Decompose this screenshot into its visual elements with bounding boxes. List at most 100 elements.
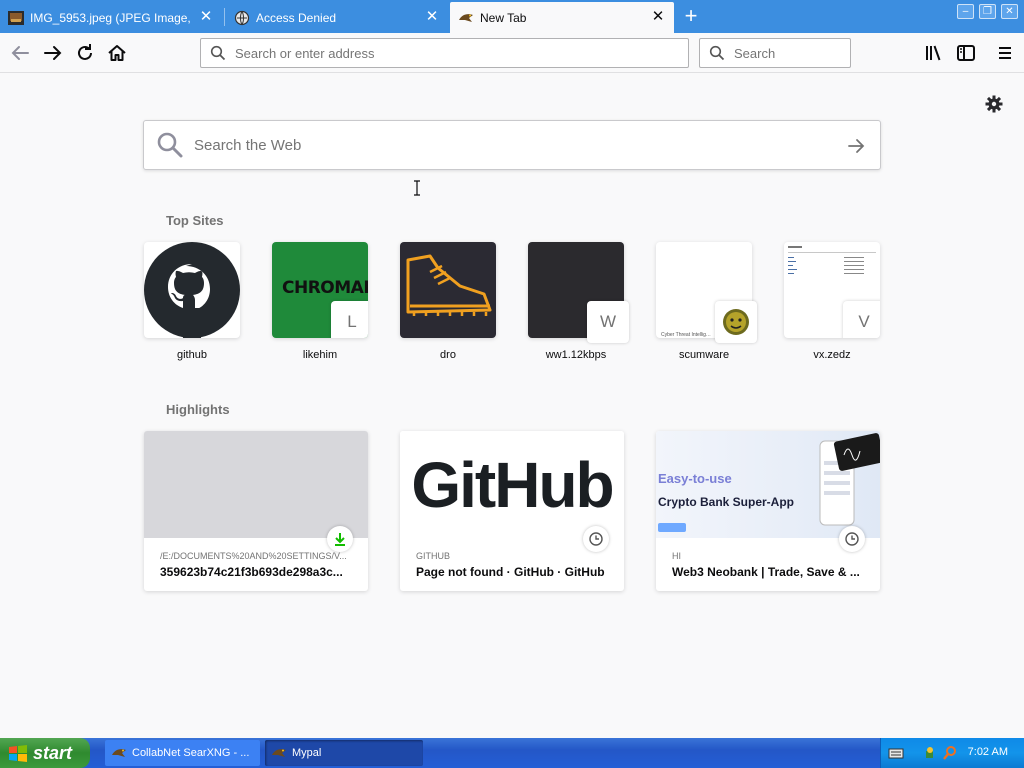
thumbnail-text: CHROMAK [282, 278, 368, 298]
mypal-bird-icon [272, 749, 286, 757]
card-title: Web3 Neobank | Trade, Save & ... [672, 565, 860, 579]
card-source: /E:/DOCUMENTS%20AND%20SETTINGS/V... [160, 551, 347, 561]
mypal-bird-icon [459, 13, 473, 22]
back-arrow-icon[interactable] [8, 41, 32, 65]
top-site-vx-zedz[interactable]: V vx.zedz [784, 242, 880, 361]
top-site-likehim[interactable]: CHROMAK L likehim [272, 242, 368, 361]
web-search-input[interactable] [192, 135, 812, 155]
banner-headline: Easy-to-use [658, 471, 732, 486]
search-icon [709, 45, 725, 61]
top-site-scumware[interactable]: Cyber Threat Intellig… scumware [656, 242, 757, 361]
tab-title: IMG_5953.jpeg (JPEG Image, 15… [30, 10, 195, 25]
taskbar-item-label: CollabNet SearXNG - ... [132, 747, 250, 759]
system-tray: 7:02 AM [880, 738, 1024, 768]
tab-title: New Tab [480, 10, 527, 25]
clock-icon [589, 532, 603, 546]
card-preview: GitHub [400, 431, 624, 538]
arrow-right-icon[interactable] [846, 136, 866, 156]
network-tray-icon[interactable] [924, 745, 940, 761]
address-bar[interactable] [200, 38, 689, 68]
tab-divider [224, 8, 225, 26]
tab-new-tab[interactable]: New Tab ✕ [450, 2, 674, 33]
image-thumbnail-icon [8, 10, 24, 25]
new-tab-button[interactable]: + [680, 5, 702, 28]
start-label: start [33, 742, 73, 763]
clock: 7:02 AM [967, 746, 1008, 758]
close-window-button[interactable]: ✕ [1001, 4, 1018, 19]
keyboard-icon[interactable] [888, 745, 904, 761]
smiley-logo-icon [723, 309, 749, 335]
search-icon [210, 45, 226, 61]
home-icon[interactable] [105, 41, 129, 65]
site-letter-tile: V [843, 301, 880, 338]
site-label: dro [440, 349, 456, 361]
search-icon [157, 132, 183, 158]
phone-card-graphic [819, 433, 880, 526]
banner-subheadline: Crypto Bank Super-App [658, 495, 795, 509]
address-input[interactable] [233, 44, 688, 62]
close-tab-icon[interactable]: ✕ [198, 9, 214, 25]
history-badge [583, 526, 609, 552]
taskbar-item-collabnet[interactable]: CollabNet SearXNG - ... [105, 740, 260, 766]
site-thumbnail: W [528, 242, 629, 343]
reload-icon[interactable] [73, 41, 97, 65]
tab-title: Access Denied [256, 10, 337, 25]
thumbnail-text: Cyber Threat Intellig… [661, 332, 711, 338]
web-search-box[interactable] [143, 120, 881, 170]
windows-logo-icon [9, 745, 27, 762]
restore-button[interactable]: ❐ [979, 4, 996, 19]
history-badge [839, 526, 865, 552]
highlight-card-download[interactable]: /E:/DOCUMENTS%20AND%20SETTINGS/V... 3596… [144, 431, 368, 591]
card-preview [144, 431, 368, 538]
menu-icon[interactable] [993, 41, 1017, 65]
minimize-button[interactable]: – [957, 4, 974, 19]
top-sites-heading: Top Sites [166, 213, 224, 228]
search-input[interactable] [732, 44, 850, 62]
library-icon[interactable] [922, 41, 946, 65]
tab-access-denied[interactable]: Access Denied ✕ [226, 2, 448, 33]
site-thumbnail: V [784, 242, 880, 338]
navigation-toolbar [0, 33, 1024, 73]
forward-arrow-icon[interactable] [41, 41, 65, 65]
highlights-heading: Highlights [166, 402, 230, 417]
download-icon [335, 533, 345, 546]
site-label: ww1.12kbps [545, 349, 607, 361]
site-letter-tile: L [331, 301, 368, 338]
search-bar[interactable] [699, 38, 851, 68]
mypal-bird-icon [112, 749, 126, 757]
close-tab-icon[interactable]: ✕ [424, 9, 440, 25]
card-source: GITHUB [416, 551, 451, 561]
top-site-dro[interactable]: dro [400, 242, 496, 361]
tab-jpeg-image[interactable]: IMG_5953.jpeg (JPEG Image, 15… ✕ [0, 2, 222, 33]
site-thumbnail: CHROMAK L [272, 242, 368, 338]
highlight-card-web3-neobank[interactable]: Easy-to-use Crypto Bank Super-App HI Web… [656, 431, 880, 591]
gear-icon[interactable] [984, 94, 1004, 114]
card-title: Page not found · GitHub · GitHub [416, 565, 605, 579]
text-cursor-icon [414, 180, 420, 196]
taskbar-item-mypal[interactable]: Mypal [265, 740, 423, 766]
site-letter-tile: W [587, 301, 629, 343]
top-site-github[interactable]: github [144, 242, 240, 361]
close-tab-icon[interactable]: ✕ [650, 9, 666, 25]
sidebar-icon[interactable] [954, 41, 978, 65]
site-favicon-tile [715, 301, 757, 343]
highlight-card-github[interactable]: GitHub GITHUB Page not found · GitHub · … [400, 431, 624, 591]
taskbar: start CollabNet SearXNG - ... Mypal 7:02… [0, 738, 1024, 768]
site-label: likehim [302, 349, 338, 361]
github-logo-icon [144, 242, 240, 338]
site-label: github [177, 349, 207, 361]
card-title: 359623b74c21f3b693de298a3c... [160, 565, 343, 579]
start-button[interactable]: start [0, 738, 90, 768]
site-thumbnail [144, 242, 240, 338]
site-thumbnail [400, 242, 496, 338]
download-badge [327, 526, 353, 552]
top-site-ww1-12kbps[interactable]: W ww1.12kbps [528, 242, 629, 361]
globe-warning-icon [234, 10, 250, 25]
search-tray-icon[interactable] [942, 745, 958, 761]
boot-icon [406, 254, 492, 316]
taskbar-item-label: Mypal [292, 747, 322, 759]
site-label: vx.zedz [813, 349, 851, 361]
github-wordmark: GitHub [411, 448, 614, 521]
site-thumbnail: Cyber Threat Intellig… [656, 242, 757, 343]
card-source: HI [672, 551, 681, 561]
